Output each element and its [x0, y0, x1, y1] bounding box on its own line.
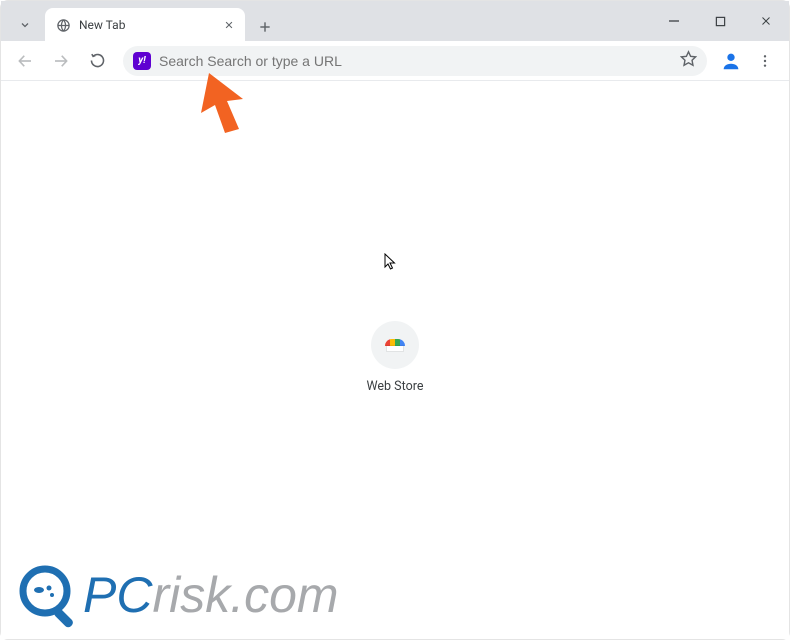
close-icon: [760, 15, 772, 27]
arrow-right-icon: [52, 52, 70, 70]
minimize-icon: [668, 15, 680, 27]
close-tab-button[interactable]: [221, 17, 237, 33]
shortcut-web-store[interactable]: Web Store: [339, 321, 451, 394]
url-input[interactable]: [159, 53, 672, 69]
cursor-icon: [384, 253, 398, 275]
reload-icon: [89, 52, 106, 69]
arrow-left-icon: [16, 52, 34, 70]
bookmark-button[interactable]: [680, 50, 697, 71]
maximize-icon: [715, 16, 726, 27]
reload-button[interactable]: [81, 45, 113, 77]
address-bar[interactable]: y!: [123, 46, 707, 76]
new-tab-button[interactable]: [251, 13, 279, 41]
window-controls: [651, 1, 789, 41]
browser-tab[interactable]: New Tab: [45, 8, 245, 42]
search-tabs-button[interactable]: [9, 9, 41, 41]
chevron-down-icon: [19, 19, 31, 31]
forward-button[interactable]: [45, 45, 77, 77]
chrome-menu-button[interactable]: [749, 45, 781, 77]
shortcut-tile: [371, 321, 419, 369]
shortcut-row: Web Store: [1, 321, 789, 394]
star-icon: [680, 50, 697, 67]
toolbar: y!: [1, 41, 789, 81]
webstore-icon: [385, 339, 405, 351]
tab-strip: New Tab: [1, 1, 789, 41]
kebab-icon: [757, 53, 773, 69]
person-icon: [720, 50, 742, 72]
tab-title: New Tab: [79, 18, 213, 32]
new-tab-page: Web Store: [1, 81, 789, 639]
plus-icon: [258, 20, 272, 34]
profile-button[interactable]: [717, 47, 745, 75]
minimize-button[interactable]: [651, 1, 697, 41]
back-button[interactable]: [9, 45, 41, 77]
search-engine-icon: y!: [133, 52, 151, 70]
close-window-button[interactable]: [743, 1, 789, 41]
shortcut-label: Web Store: [367, 379, 424, 394]
maximize-button[interactable]: [697, 1, 743, 41]
globe-icon: [55, 17, 71, 33]
close-icon: [224, 20, 234, 30]
